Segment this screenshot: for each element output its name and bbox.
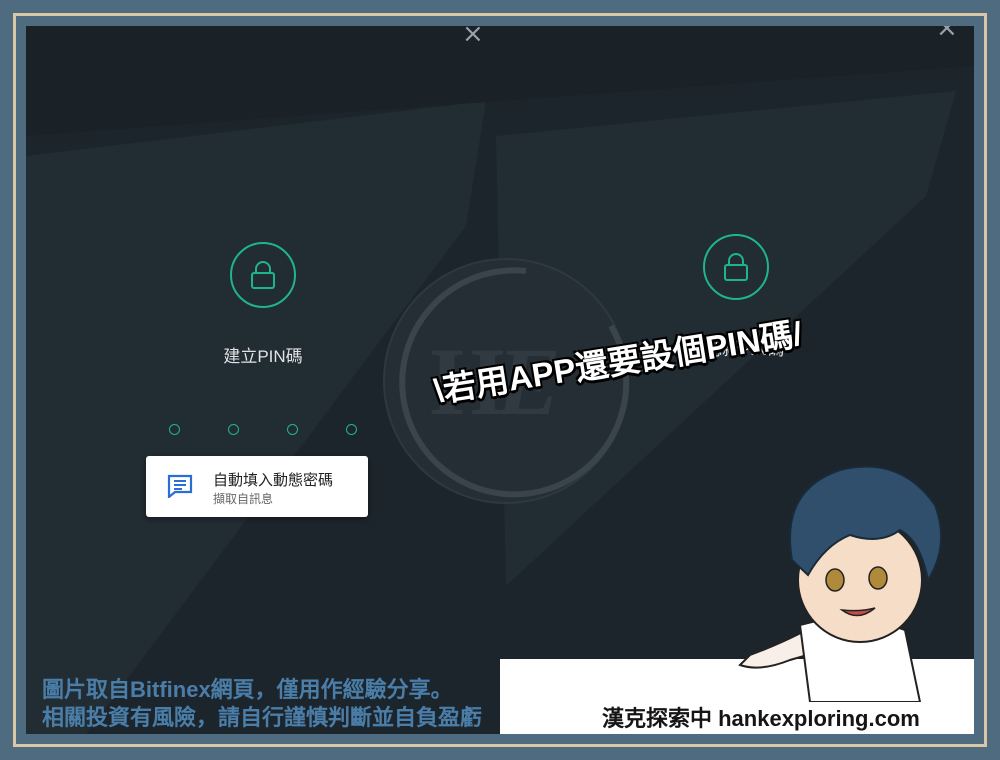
pin-dot-4	[346, 424, 357, 435]
autofill-otp-suggestion[interactable]: 自動填入動態密碼 擷取自訊息	[146, 456, 368, 517]
autofill-subtitle: 擷取自訊息	[213, 492, 274, 506]
pin-dot-1	[169, 424, 180, 435]
pin-dot-2	[228, 424, 239, 435]
lock-icon-confirm	[703, 234, 769, 300]
pin-dot-3	[287, 424, 298, 435]
disclaimer-line-2: 相關投資有風險，請自行謹慎判斷並自負盈虧	[42, 705, 483, 730]
avatar-illustration	[738, 465, 943, 702]
message-icon	[167, 474, 193, 498]
create-pin-label: 建立PIN碼	[223, 347, 303, 366]
lock-icon-create	[230, 242, 296, 308]
close-icon-secondary[interactable]: ×	[936, 26, 958, 41]
brand-signature: 漢克探索中 hankexploring.com	[602, 706, 920, 731]
autofill-title: 自動填入動態密碼	[213, 472, 334, 489]
close-icon[interactable]: ×	[462, 26, 484, 47]
